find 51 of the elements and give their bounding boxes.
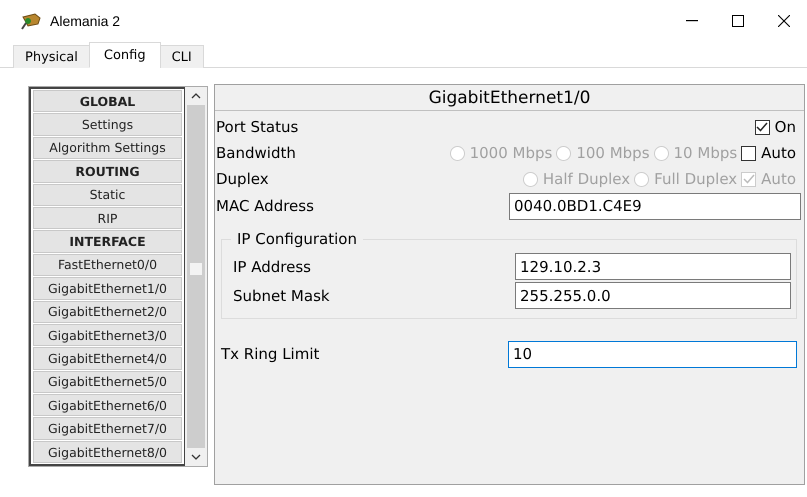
option-label: 10 Mbps bbox=[674, 144, 738, 162]
field-label: IP Address bbox=[233, 258, 312, 276]
minimize-icon bbox=[686, 20, 698, 22]
menu-item[interactable]: GigabitEthernet2/0 bbox=[33, 300, 182, 323]
option-label: On bbox=[774, 118, 796, 136]
menu-item[interactable]: RIP bbox=[33, 206, 182, 230]
scrollbar[interactable] bbox=[185, 87, 207, 466]
field-label: Tx Ring Limit bbox=[221, 345, 320, 363]
scroll-up-icon[interactable] bbox=[191, 93, 201, 99]
option-label: 1000 Mbps bbox=[470, 144, 552, 162]
group-title: IP Configuration bbox=[236, 230, 358, 248]
window-title: Alemania 2 bbox=[50, 13, 122, 29]
checkbox[interactable] bbox=[754, 120, 770, 134]
router-icon bbox=[20, 11, 42, 31]
option-label: 100 Mbps bbox=[576, 144, 650, 162]
menu-item[interactable]: GigabitEthernet6/0 bbox=[33, 394, 182, 416]
setting-label: Port Status bbox=[216, 118, 300, 136]
tab[interactable]: Config bbox=[88, 42, 161, 68]
menu-item[interactable]: Settings bbox=[33, 113, 182, 136]
maximize-icon bbox=[732, 15, 744, 27]
menu-item[interactable]: GigabitEthernet8/0 bbox=[33, 440, 182, 464]
section-header: GLOBAL bbox=[33, 90, 182, 112]
field-label: MAC Address bbox=[216, 197, 315, 215]
setting-label: Bandwidth bbox=[216, 144, 297, 162]
menu-item[interactable]: GigabitEthernet4/0 bbox=[33, 347, 182, 370]
setting-label: Duplex bbox=[216, 170, 270, 188]
menu-item[interactable]: GigabitEthernet3/0 bbox=[33, 324, 182, 346]
close-icon bbox=[778, 15, 790, 27]
field-label: Subnet Mask bbox=[233, 286, 331, 304]
tab[interactable]: CLI bbox=[160, 45, 204, 68]
menu-item[interactable]: GigabitEthernet7/0 bbox=[33, 417, 182, 440]
menu-item[interactable]: FastEthernet0/0 bbox=[33, 254, 182, 276]
menu-item[interactable]: Algorithm Settings bbox=[33, 136, 182, 160]
input-field[interactable]: 10 bbox=[508, 340, 797, 368]
scroll-down-icon[interactable] bbox=[191, 454, 201, 460]
menu-item[interactable]: GigabitEthernet5/0 bbox=[33, 370, 182, 394]
input-field[interactable]: 0040.0BD1.C4E9 bbox=[509, 192, 801, 220]
input-field[interactable]: 255.255.0.0 bbox=[515, 282, 791, 309]
section-header: ROUTING bbox=[33, 160, 182, 183]
panel-title: GigabitEthernet1/0 bbox=[215, 85, 804, 111]
menu-item[interactable]: GigabitEthernet1/0 bbox=[33, 277, 182, 300]
input-field[interactable]: 129.10.2.3 bbox=[515, 253, 791, 280]
option-label: Auto bbox=[761, 144, 796, 162]
option-label: Auto bbox=[761, 170, 796, 188]
checkbox[interactable] bbox=[741, 146, 756, 160]
menu-item[interactable]: Static bbox=[33, 184, 182, 206]
tab[interactable]: Physical bbox=[13, 45, 90, 68]
option-label: Half Duplex bbox=[542, 170, 630, 188]
scroll-thumb[interactable] bbox=[190, 263, 202, 275]
option-label: Full Duplex bbox=[654, 170, 738, 188]
section-header: INTERFACE bbox=[33, 230, 182, 253]
